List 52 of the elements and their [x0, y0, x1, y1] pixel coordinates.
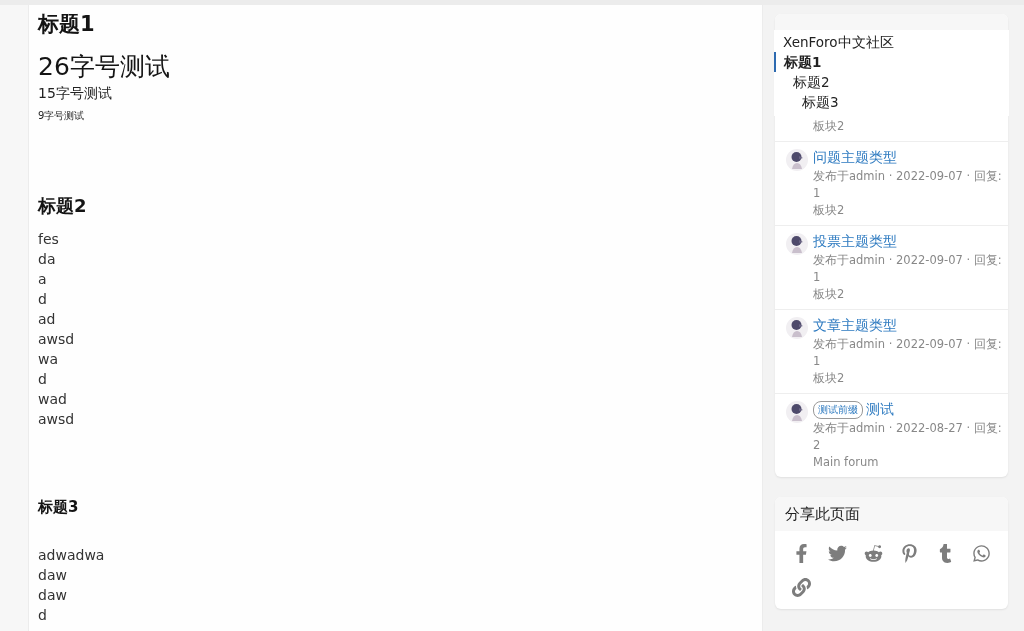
avatar-icon [786, 233, 808, 255]
avatar-icon [786, 317, 808, 339]
toc-item[interactable]: 标题1 [774, 52, 822, 72]
forum-name: 板块2 [813, 286, 845, 303]
avatar-icon [786, 401, 808, 423]
thread-title-link[interactable]: 文章主题类型 [813, 315, 897, 336]
toc-item[interactable]: 标题3 [774, 92, 839, 112]
reddit-icon[interactable] [863, 543, 883, 563]
section-heading: 标题2 [38, 194, 87, 218]
share-title: 分享此页面 [775, 497, 1008, 531]
pinterest-icon[interactable] [899, 543, 919, 563]
forum-name: 板块2 [813, 370, 845, 387]
body-text: d [38, 606, 47, 625]
body-text: 26字号测试 [38, 51, 170, 83]
body-text: d [38, 290, 47, 309]
reply-count: 2 [813, 437, 821, 454]
body-text: daw [38, 586, 67, 605]
section-heading: 标题3 [38, 497, 79, 518]
body-text: adwadwa [38, 546, 105, 565]
body-text: da [38, 250, 56, 269]
thread-title-link[interactable]: 测试 [866, 399, 894, 420]
body-text: awsd [38, 330, 75, 349]
thread-meta: 发布于admin · 2022-09-07 · 回复: [813, 252, 1002, 269]
body-text: wa [38, 350, 59, 369]
thread-meta: 发布于admin · 2022-09-07 · 回复: [813, 336, 1002, 353]
whatsapp-icon[interactable] [971, 543, 991, 563]
body-text: wad [38, 390, 67, 409]
body-text: a [38, 270, 47, 289]
reply-count: 1 [813, 353, 821, 370]
toc-item[interactable]: 标题2 [774, 72, 830, 92]
twitter-icon[interactable] [827, 543, 847, 563]
forum-name: 板块2 [813, 118, 845, 135]
body-text: 15字号测试 [38, 84, 112, 103]
body-text: 9字号测试 [38, 109, 85, 123]
body-text: daw [38, 566, 67, 585]
body-text: awsd [38, 410, 75, 429]
toc-title: XenForo中文社区 [782, 33, 894, 52]
reply-count: 1 [813, 269, 821, 286]
thread-title-link[interactable]: 问题主题类型 [813, 147, 897, 168]
forum-name: Main forum [813, 454, 879, 471]
body-text: ad [38, 310, 56, 329]
body-text: fes [38, 230, 59, 249]
section-heading: 标题1 [38, 11, 95, 38]
thread-meta: 发布于admin · 2022-08-27 · 回复: [813, 420, 1002, 437]
link-icon[interactable] [791, 577, 811, 597]
reply-count: 1 [813, 185, 821, 202]
thread-meta: 发布于admin · 2022-09-07 · 回复: [813, 168, 1002, 185]
body-text: d [38, 370, 47, 389]
thread-title-link[interactable]: 投票主题类型 [813, 231, 897, 252]
forum-name: 板块2 [813, 202, 845, 219]
prefix-label: 测试前缀 [813, 400, 863, 419]
avatar-icon [786, 149, 808, 171]
